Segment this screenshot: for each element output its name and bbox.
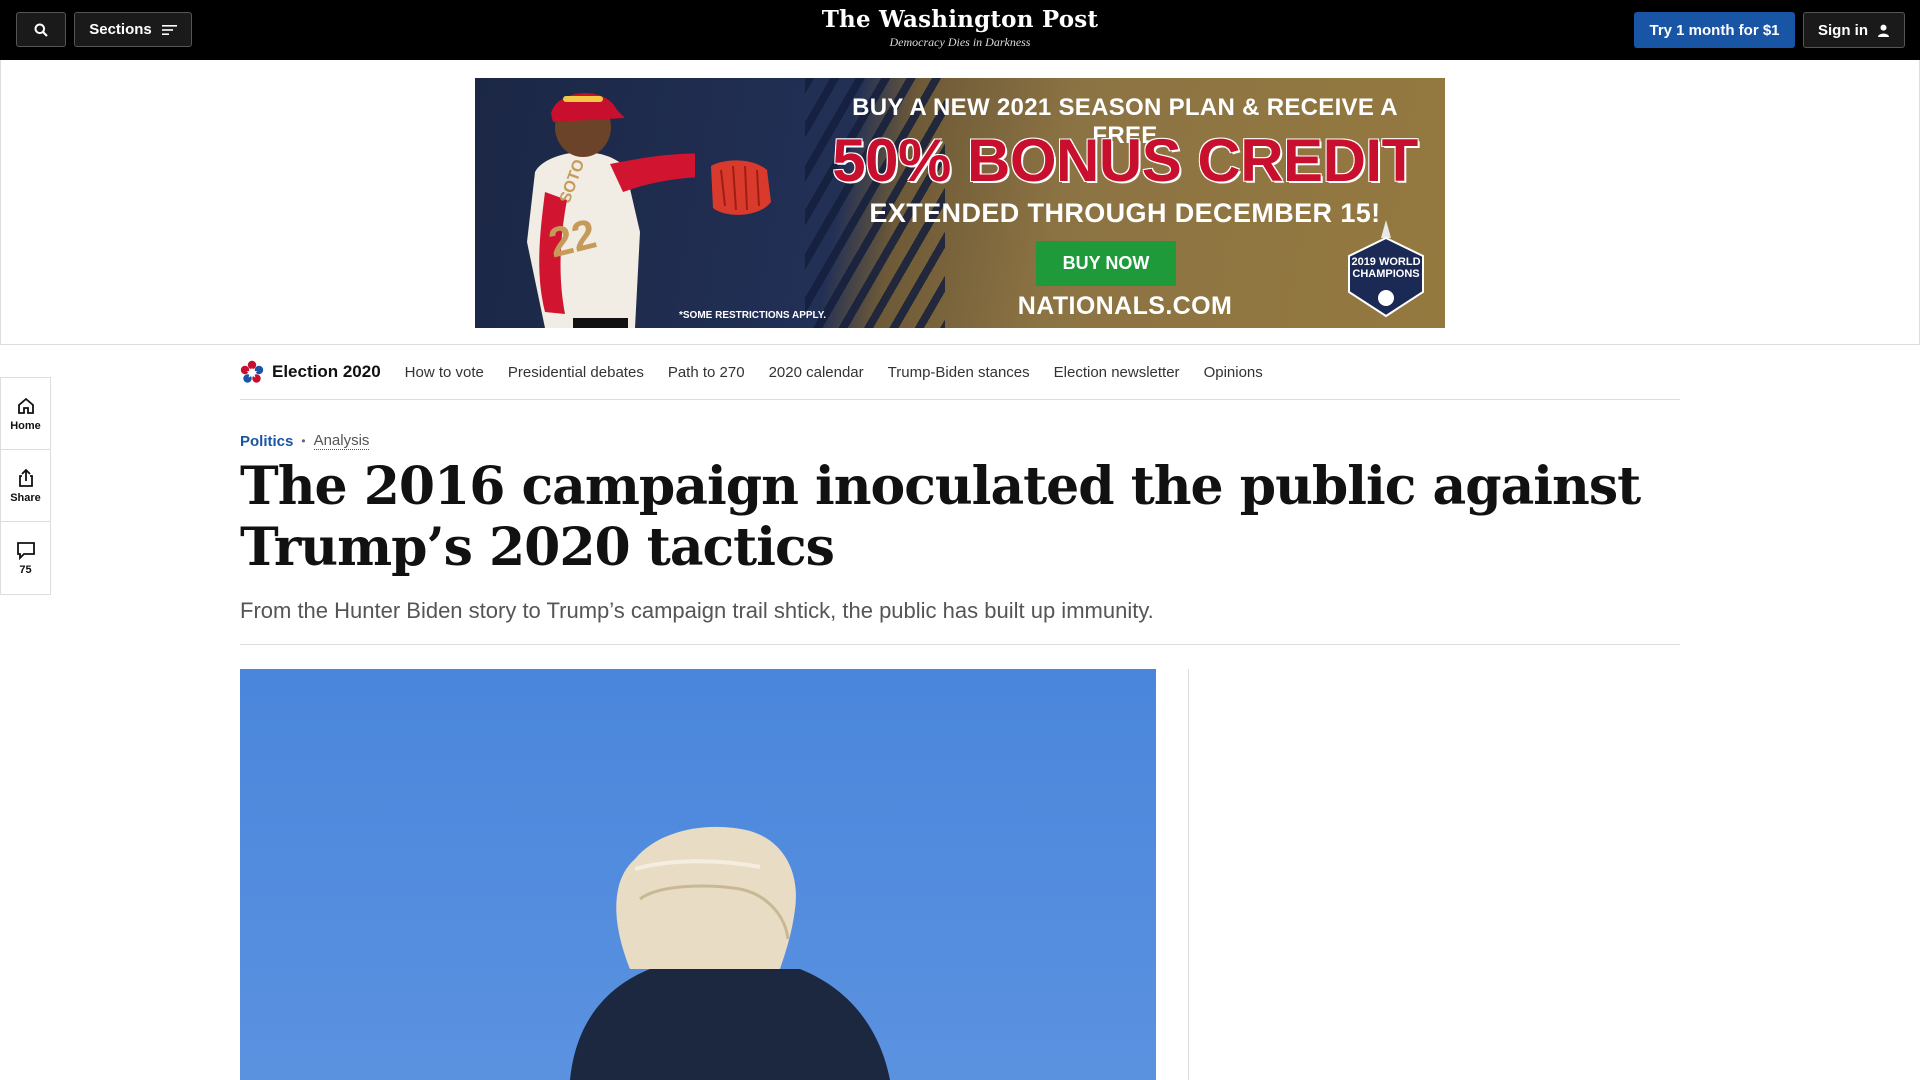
ad-url: NATIONALS.COM — [1017, 292, 1233, 320]
sign-in-button[interactable]: Sign in — [1803, 12, 1905, 48]
menu-icon — [161, 24, 177, 35]
election-subnav: Election 2020 How to vote Presidential d… — [240, 345, 1680, 400]
comment-icon — [16, 542, 35, 560]
ad-buy-now-button[interactable]: BUY NOW — [1036, 241, 1176, 286]
article-kicker: Politics • Analysis — [240, 432, 370, 450]
search-button[interactable] — [16, 12, 66, 47]
masthead[interactable]: The Washington Post Democracy Dies in Da… — [760, 6, 1160, 50]
election-star-icon — [240, 360, 264, 383]
subscribe-trial-button[interactable]: Try 1 month for $1 — [1634, 12, 1795, 48]
rail-home-label: Home — [10, 419, 41, 432]
subnav-link-trump-biden-stances[interactable]: Trump-Biden stances — [888, 364, 1030, 381]
section-link-politics[interactable]: Politics — [240, 433, 293, 450]
ad-badge-text: 2019 WORLD CHAMPIONS — [1351, 256, 1421, 280]
share-icon — [18, 468, 33, 487]
subnav-link-election-newsletter[interactable]: Election newsletter — [1054, 364, 1180, 381]
lead-image[interactable] — [240, 669, 1156, 1080]
sign-in-label: Sign in — [1818, 21, 1868, 39]
subnav-link-how-to-vote[interactable]: How to vote — [405, 364, 484, 381]
baseball-glove-icon — [711, 160, 771, 215]
top-bar: Sections The Washington Post Democracy D… — [0, 0, 1920, 60]
subnav-link-opinions[interactable]: Opinions — [1204, 364, 1263, 381]
ad-offer: 50% BONUS CREDIT — [832, 127, 1418, 194]
election-2020-brand[interactable]: Election 2020 — [240, 360, 381, 384]
lead-image-illustration — [570, 826, 890, 1080]
baseball-player-image: 22 SOTO — [527, 93, 695, 328]
subnav-link-2020-calendar[interactable]: 2020 calendar — [769, 364, 864, 381]
home-icon — [17, 397, 34, 414]
rail-comments-button[interactable]: 75 — [1, 522, 50, 594]
ad-banner[interactable]: 22 SOTO BUY A NEW 2021 SEASON PLAN & REC… — [475, 78, 1445, 328]
article-headline: The 2016 campaign inoculated the public … — [240, 456, 1641, 578]
subnav-link-path-to-270[interactable]: Path to 270 — [668, 364, 745, 381]
sections-button[interactable]: Sections — [74, 12, 192, 47]
analysis-label[interactable]: Analysis — [313, 432, 370, 450]
subnav-link-presidential-debates[interactable]: Presidential debates — [508, 364, 644, 381]
rail-share-button[interactable]: Share — [1, 450, 50, 522]
rail-comments-count: 75 — [19, 564, 32, 576]
sections-label: Sections — [89, 21, 152, 38]
masthead-logo[interactable]: The Washington Post — [760, 6, 1160, 33]
left-rail: Home Share 75 — [0, 377, 51, 595]
rail-home-button[interactable]: Home — [1, 378, 50, 450]
article-subheadline: From the Hunter Biden story to Trump’s c… — [240, 598, 1154, 623]
search-icon — [34, 23, 48, 37]
masthead-tagline: Democracy Dies in Darkness — [889, 35, 1031, 49]
header-divider — [240, 644, 1680, 645]
user-icon — [1878, 24, 1889, 37]
sidebar-divider — [1188, 669, 1189, 1080]
ad-fine-print: *SOME RESTRICTIONS APPLY. — [679, 310, 827, 321]
kicker-separator: • — [301, 434, 306, 448]
election-2020-label: Election 2020 — [272, 362, 381, 381]
ad-extension: EXTENDED THROUGH DECEMBER 15! — [869, 198, 1381, 228]
rail-share-label: Share — [10, 491, 41, 504]
